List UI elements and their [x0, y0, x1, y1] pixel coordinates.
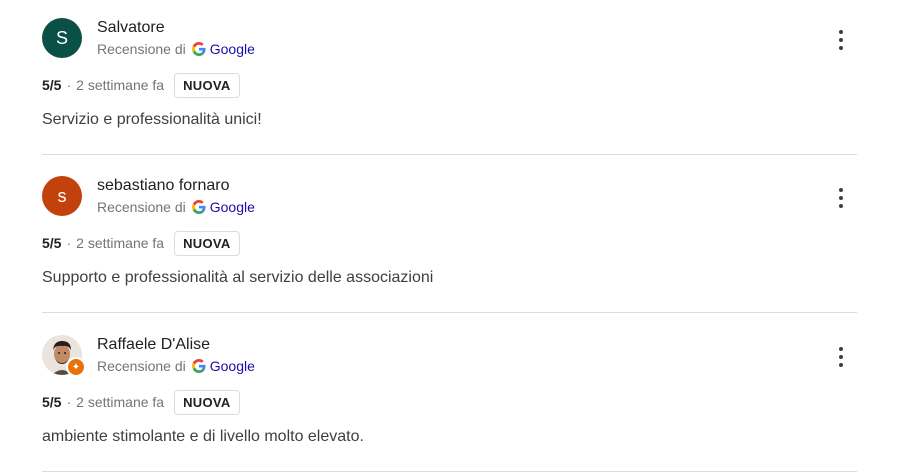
avatar-initial: S [55, 27, 68, 48]
reviewer-name[interactable]: Raffaele D'Alise [97, 336, 210, 354]
divider [42, 312, 857, 313]
source-prefix: Recensione di [97, 358, 186, 374]
review-meta: 5/5 · 2 settimane fa NUOVA [42, 72, 240, 98]
local-guide-badge-icon: ✦ [66, 357, 86, 377]
separator: · [66, 235, 72, 251]
separator: · [66, 77, 72, 93]
separator: · [66, 394, 72, 410]
more-vert-icon[interactable] [833, 186, 849, 210]
rating: 5/5 [42, 77, 62, 93]
google-g-logo-icon [191, 42, 206, 56]
more-vert-icon[interactable] [833, 345, 849, 369]
avatar[interactable]: S [42, 18, 82, 58]
review-source: Recensione di Google [97, 199, 255, 215]
google-link[interactable]: Google [210, 199, 255, 215]
review-card: S Salvatore Recensione di Google 5/5 · 2… [42, 0, 857, 158]
more-vert-icon[interactable] [833, 28, 849, 52]
source-prefix: Recensione di [97, 41, 186, 57]
review-source: Recensione di Google [97, 41, 255, 57]
reviewer-name[interactable]: Salvatore [97, 19, 165, 37]
review-time: 2 settimane fa [76, 77, 165, 93]
avatar-initial: s [57, 185, 67, 206]
review-meta: 5/5 · 2 settimane fa NUOVA [42, 230, 240, 256]
new-badge: NUOVA [174, 230, 240, 256]
source-prefix: Recensione di [97, 199, 186, 215]
rating: 5/5 [42, 235, 62, 251]
review-card: ✦ Raffaele D'Alise Recensione di Google … [42, 317, 857, 475]
new-badge: NUOVA [174, 389, 240, 415]
review-meta: 5/5 · 2 settimane fa NUOVA [42, 389, 240, 415]
review-source: Recensione di Google [97, 358, 255, 374]
reviewer-name[interactable]: sebastiano fornaro [97, 177, 230, 195]
rating: 5/5 [42, 394, 62, 410]
avatar[interactable]: ✦ [42, 335, 86, 377]
review-text: ambiente stimolante e di livello molto e… [42, 428, 364, 445]
google-g-logo-icon [191, 200, 206, 214]
review-time: 2 settimane fa [76, 235, 165, 251]
review-text: Supporto e professionalità al servizio d… [42, 269, 434, 286]
divider [42, 471, 857, 472]
review-text: Servizio e professionalità unici! [42, 111, 262, 128]
google-link[interactable]: Google [210, 41, 255, 57]
google-link[interactable]: Google [210, 358, 255, 374]
divider [42, 154, 857, 155]
avatar[interactable]: s [42, 176, 82, 216]
new-badge: NUOVA [174, 72, 240, 98]
review-card: s sebastiano fornaro Recensione di Googl… [42, 158, 857, 316]
review-time: 2 settimane fa [76, 394, 165, 410]
google-g-logo-icon [191, 359, 206, 373]
